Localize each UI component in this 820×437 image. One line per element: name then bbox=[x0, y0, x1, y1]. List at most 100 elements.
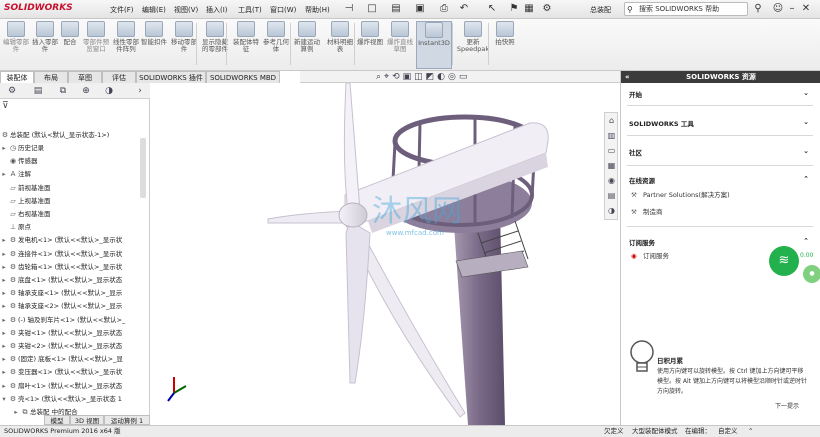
section-getting-started[interactable]: 开始 ⌄ bbox=[629, 89, 809, 99]
expand-toggle-icon[interactable]: ▸ bbox=[0, 380, 8, 393]
rebuild-icon[interactable]: ⚑ bbox=[508, 3, 520, 15]
network-speed-badge[interactable]: ≋ bbox=[769, 246, 799, 276]
expand-toggle-icon[interactable]: ▸ bbox=[0, 300, 8, 313]
command-button-9[interactable]: 参考几何体 bbox=[262, 21, 290, 69]
tab-evaluate[interactable]: 评估 bbox=[102, 71, 136, 83]
forum-icon[interactable]: ◑ bbox=[606, 205, 617, 216]
tree-item[interactable]: ▱ 前视基准面 bbox=[0, 182, 146, 195]
options-gear-icon[interactable]: ⚙ bbox=[541, 3, 553, 15]
minimize-icon[interactable]: – bbox=[786, 3, 798, 15]
dimxpert-icon[interactable]: ⊕ bbox=[78, 85, 94, 97]
expand-toggle-icon[interactable]: ▸ bbox=[0, 287, 8, 300]
link-partner-solutions[interactable]: ⚒ Partner Solutions(解决方案) bbox=[631, 189, 730, 199]
tree-item[interactable]: ▸ ⚙ 夹钳<2> (默认<<默认>_显示状态 bbox=[0, 340, 146, 353]
command-button-0[interactable]: 编辑零部件 bbox=[2, 21, 30, 69]
select-icon[interactable]: ↖ bbox=[486, 3, 498, 15]
tab-model[interactable]: 模型 bbox=[44, 415, 70, 425]
expand-toggle-icon[interactable]: ▸ bbox=[0, 314, 8, 327]
view-palette-icon[interactable]: ▦ bbox=[606, 160, 617, 171]
tab-3d-view[interactable]: 3D 视图 bbox=[70, 415, 104, 425]
heads-up-view-toolbar[interactable]: ⌕⌖⟲▣◫◩◐◎▭ bbox=[376, 72, 586, 83]
user-icon[interactable]: ☺ bbox=[772, 3, 784, 15]
display-manager-icon[interactable]: ◑ bbox=[101, 85, 117, 97]
tree-item[interactable]: ▸ ⚙ 连接件<1> (默认<<默认>_显示状 bbox=[0, 248, 146, 261]
tree-scrollbar[interactable] bbox=[140, 138, 146, 198]
open-icon[interactable]: ▤ bbox=[390, 3, 402, 15]
link-subscription-services[interactable]: ◉ 订阅服务 bbox=[631, 250, 669, 260]
property-manager-icon[interactable]: ▤ bbox=[30, 85, 46, 97]
expand-toggle-icon[interactable]: ▸ bbox=[0, 274, 8, 287]
command-button-15[interactable]: 更新Speedpak bbox=[456, 21, 490, 69]
tree-item[interactable]: ▸ ⚙ 轴承支座<2> (默认<<默认>_显示 bbox=[0, 300, 146, 313]
link-manufacturers[interactable]: ⚒ 制造商 bbox=[631, 206, 663, 216]
resources-home-icon[interactable]: ⌂ bbox=[606, 115, 617, 126]
command-button-16[interactable]: 拍快照 bbox=[492, 21, 518, 69]
tree-root-assembly[interactable]: ⚙ 总装配 (默认<默认_显示状态-1>) bbox=[0, 129, 146, 142]
command-button-3[interactable]: 零部件预览窗口 bbox=[82, 21, 110, 69]
menu-window[interactable]: 窗口(W) bbox=[270, 5, 296, 15]
expand-toggle-icon[interactable]: ▸ bbox=[0, 340, 8, 353]
tree-item[interactable]: ▸ ⚙ 夹钳<1> (默认<<默认>_显示状态 bbox=[0, 327, 146, 340]
pin-icon[interactable]: ⊣ bbox=[343, 3, 355, 15]
expand-toggle-icon[interactable]: ▾ bbox=[0, 393, 8, 406]
tree-item[interactable]: ▸ A 注解 bbox=[0, 168, 146, 181]
menu-insert[interactable]: 插入(I) bbox=[206, 5, 228, 15]
custom-properties-icon[interactable]: ▤ bbox=[606, 190, 617, 201]
tab-mbd[interactable]: SOLIDWORKS MBD bbox=[206, 71, 280, 83]
badge-secondary-icon[interactable]: ● bbox=[803, 265, 820, 283]
tree-item[interactable]: ▸ ⚙ 轴承支座<1> (默认<<默认>_显示 bbox=[0, 287, 146, 300]
expand-toggle-icon[interactable]: ▸ bbox=[0, 234, 8, 247]
tab-layout[interactable]: 布局 bbox=[34, 71, 68, 83]
new-document-icon[interactable]: □ bbox=[366, 3, 378, 15]
command-button-1[interactable]: 插入零部件 bbox=[32, 21, 58, 69]
next-tip-link[interactable]: 下一提示 bbox=[775, 401, 799, 410]
command-button-8[interactable]: 装配体特征 bbox=[232, 21, 260, 69]
command-button-12[interactable]: 爆炸视图 bbox=[356, 21, 384, 69]
menu-tools[interactable]: 工具(T) bbox=[238, 5, 262, 15]
command-button-11[interactable]: 材料明细表 bbox=[326, 21, 354, 69]
expand-toggle-icon[interactable]: ▸ bbox=[0, 142, 8, 155]
command-button-6[interactable]: 移动零部件 bbox=[170, 21, 198, 69]
tree-item[interactable]: ▸ ⚙ 底盘<1> (默认<<默认>_显示状态 bbox=[0, 274, 146, 287]
expand-panel-icon[interactable]: › bbox=[132, 85, 148, 97]
menu-file[interactable]: 文件(F) bbox=[110, 5, 134, 15]
expand-toggle-icon[interactable]: ▸ bbox=[0, 261, 8, 274]
graphics-viewport[interactable]: 沐风网 www.mfcad.com bbox=[150, 83, 620, 425]
print-icon[interactable]: ⎙ bbox=[438, 3, 450, 15]
tab-sketch[interactable]: 草图 bbox=[68, 71, 102, 83]
collapse-pane-icon[interactable]: « bbox=[625, 71, 630, 83]
tab-motion-study[interactable]: 运动算例 1 bbox=[104, 415, 150, 425]
command-button-5[interactable]: 智能扣件 bbox=[140, 21, 168, 69]
tree-item[interactable]: ▸ ⚙ (-) 轴及刹车片<1> (默认<<默认>_ bbox=[0, 314, 146, 327]
tree-item[interactable]: ▱ 右视基准面 bbox=[0, 208, 146, 221]
expand-toggle-icon[interactable]: ▸ bbox=[0, 248, 8, 261]
command-button-4[interactable]: 线性零部件阵列 bbox=[112, 21, 140, 69]
command-button-13[interactable]: 爆炸直线草图 bbox=[386, 21, 414, 69]
tree-item[interactable]: ▸ ⚙ 变压器<1> (默认<<默认>_显示状 bbox=[0, 366, 146, 379]
undo-icon[interactable]: ↶ bbox=[458, 3, 470, 15]
status-units-dropdown[interactable]: 自定义 bbox=[718, 426, 738, 437]
feature-tree-icon[interactable]: ⚙ bbox=[4, 85, 20, 97]
chevron-up-icon[interactable]: ⌃ bbox=[748, 426, 753, 437]
file-explorer-icon[interactable]: ▭ bbox=[606, 145, 617, 156]
section-tools[interactable]: SOLIDWORKS 工具 ⌄ bbox=[629, 118, 809, 128]
section-online-resources[interactable]: 在线资源 ⌃ bbox=[629, 175, 809, 185]
tree-item[interactable]: ▸ ⚙ (固定) 底板<1> (默认<<默认>_显 bbox=[0, 353, 146, 366]
tree-item[interactable]: ⊥ 原点 bbox=[0, 221, 146, 234]
expand-toggle-icon[interactable]: ▸ bbox=[0, 168, 8, 181]
command-button-2[interactable]: 配合 bbox=[60, 21, 80, 69]
menu-view[interactable]: 视图(V) bbox=[174, 5, 198, 15]
command-button-10[interactable]: 新建运动算例 bbox=[292, 21, 322, 69]
menu-edit[interactable]: 编辑(E) bbox=[142, 5, 166, 15]
design-library-icon[interactable]: ▥ bbox=[606, 130, 617, 141]
tree-item[interactable]: ▾ ⚙ 壳<1> (默认<<默认>_显示状态 1 bbox=[0, 393, 146, 406]
menu-help[interactable]: 帮助(H) bbox=[305, 5, 330, 15]
appearances-icon[interactable]: ◉ bbox=[606, 175, 617, 186]
tree-item[interactable]: ▱ 上视基准面 bbox=[0, 195, 146, 208]
expand-toggle-icon[interactable]: ▸ bbox=[0, 366, 8, 379]
help-search-input[interactable]: ⚲ 搜索 SOLIDWORKS 帮助 bbox=[624, 2, 748, 16]
close-icon[interactable]: ✕ bbox=[800, 3, 812, 15]
tab-assembly[interactable]: 装配体 bbox=[0, 71, 34, 83]
file-properties-icon[interactable]: ▦ bbox=[523, 3, 535, 15]
tree-item[interactable]: ▸ ⚙ 发电机<1> (默认<<默认>_显示状 bbox=[0, 234, 146, 247]
